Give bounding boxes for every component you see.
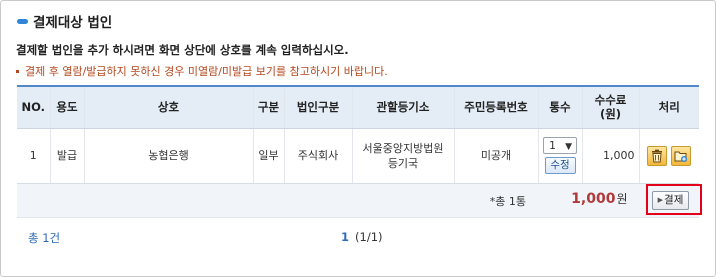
payment-table: NO. 용도 상호 구분 법인구분 관할등기소 주민등록번호 통수 수수료 (원… xyxy=(17,85,699,218)
notice-text: 결제 후 열람/발급하지 못하신 경우 미열람/미발급 보기를 참고하시기 바랍… xyxy=(16,63,388,79)
section-title: 결제대상 법인 xyxy=(17,11,112,31)
cell-type: 일부 xyxy=(252,128,284,184)
header-no: NO. xyxy=(17,85,50,129)
section-title-text: 결제대상 법인 xyxy=(33,15,113,31)
table-header-row: NO. 용도 상호 구분 법인구분 관할등기소 주민등록번호 통수 수수료 (원… xyxy=(17,85,699,129)
registry-label: 서울중앙지방법원 등기국 xyxy=(362,141,444,170)
chevron-down-icon: ▼ xyxy=(565,142,572,152)
cell-usage: 발급 xyxy=(49,128,84,184)
header-corp-type: 법인구분 xyxy=(283,85,352,129)
fee-value: 1,000 xyxy=(603,149,635,162)
header-type: 구분 xyxy=(252,85,284,129)
header-copies: 통수 xyxy=(537,85,582,129)
cell-name: 농협은행 xyxy=(83,128,253,184)
add-folder-button[interactable] xyxy=(671,145,692,166)
trash-icon xyxy=(652,149,663,162)
header-registry: 관할등기소 xyxy=(351,85,454,129)
delete-button[interactable] xyxy=(647,145,668,166)
cell-registry: 서울중앙지방법원 등기국 xyxy=(351,128,454,184)
copies-value: 1 xyxy=(549,139,556,152)
summary-row: *총 1통 1,000원 ▶결제 xyxy=(17,183,699,218)
cell-no: 1 xyxy=(17,128,50,184)
cell-corp-type: 주식회사 xyxy=(283,128,352,184)
instruction-text: 결제할 법인을 추가 하시려면 화면 상단에 상호를 계속 입력하십시오. xyxy=(16,43,349,57)
page-current[interactable]: 1 xyxy=(341,230,349,244)
header-fee: 수수료 (원) xyxy=(581,85,639,129)
header-usage: 용도 xyxy=(49,85,84,129)
pay-button-highlight xyxy=(646,184,702,215)
total-copies: *총 1통 xyxy=(489,194,526,208)
total-count: 총 1건 xyxy=(28,231,61,245)
bullet-icon xyxy=(16,69,19,73)
notice-label: 결제 후 열람/발급하지 못하신 경우 미열람/미발급 보기를 참고하시기 바랍… xyxy=(25,65,388,78)
header-resident-no: 주민등록번호 xyxy=(453,85,538,129)
cell-action xyxy=(638,128,699,184)
cell-fee: 1,000 xyxy=(581,128,639,184)
cell-copies: 1 ▼ 수정 xyxy=(537,128,582,184)
cell-resident-no: 미공개 xyxy=(453,128,538,184)
total-amount-unit: 원 xyxy=(616,191,628,206)
header-name: 상호 xyxy=(83,85,253,129)
table-row: 1 발급 농협은행 일부 주식회사 서울중앙지방법원 등기국 미공개 1 ▼ 수정… xyxy=(17,128,699,184)
copies-select[interactable]: 1 ▼ xyxy=(543,137,577,154)
folder-add-icon xyxy=(674,151,688,162)
edit-copies-button[interactable]: 수정 xyxy=(544,157,576,174)
pagination: 1 (1/1) xyxy=(341,230,383,244)
title-bullet-icon xyxy=(17,18,28,24)
divider xyxy=(17,217,699,218)
header-action: 처리 xyxy=(638,85,699,129)
total-amount: 1,000원 xyxy=(571,190,628,207)
total-amount-value: 1,000 xyxy=(571,190,616,207)
page-info: (1/1) xyxy=(355,230,383,244)
